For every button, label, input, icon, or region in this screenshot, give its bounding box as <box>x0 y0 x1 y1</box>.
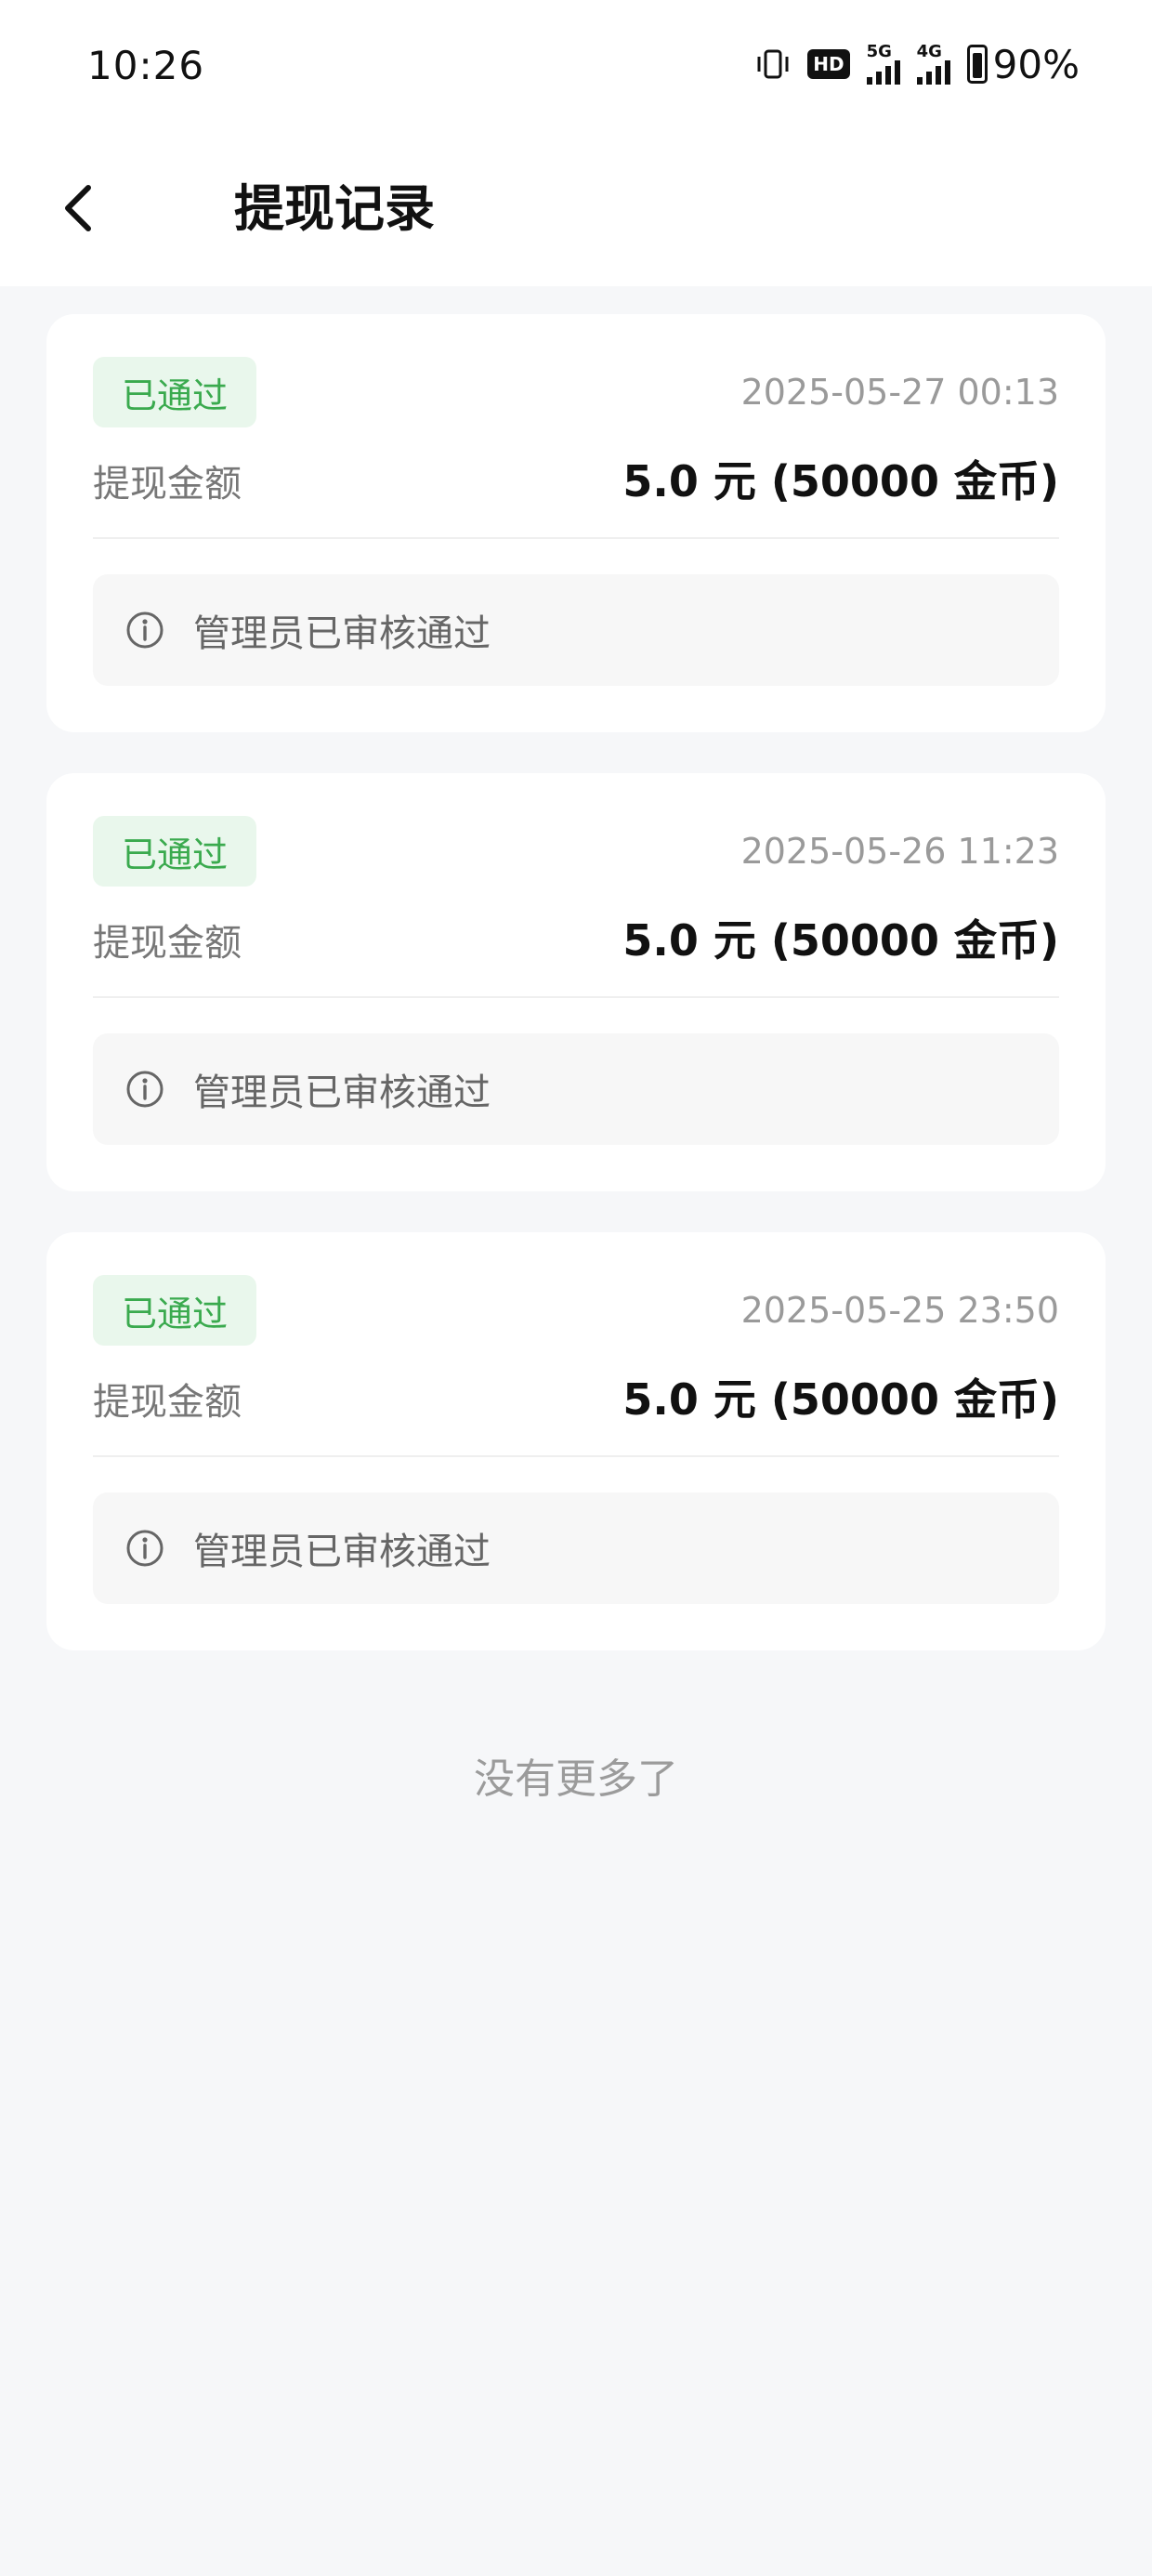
review-note-text: 管理员已审核通过 <box>193 1071 491 1114</box>
info-icon <box>126 611 164 649</box>
signal-bars-icon <box>866 60 900 85</box>
amount-value: 5.0 元 (50000 金币) <box>622 1374 1059 1425</box>
info-icon <box>126 1530 164 1567</box>
divider <box>93 537 1059 539</box>
status-badge: 已通过 <box>93 357 256 427</box>
withdrawal-record-card[interactable]: 已通过 2025-05-27 00:13 提现金额 5.0 元 (50000 金… <box>46 314 1106 732</box>
page-title: 提现记录 <box>234 179 435 238</box>
review-note-text: 管理员已审核通过 <box>193 1531 491 1573</box>
network-type: 5G <box>866 42 892 61</box>
battery-level <box>972 53 982 78</box>
review-note: 管理员已审核通过 <box>93 1033 1059 1145</box>
record-time: 2025-05-25 23:50 <box>740 1290 1059 1331</box>
review-note-text: 管理员已审核通过 <box>193 612 491 655</box>
record-time: 2025-05-27 00:13 <box>740 372 1059 413</box>
signal-4g: 4G <box>916 42 950 85</box>
amount-label: 提现金额 <box>93 922 242 965</box>
network-type: 4G <box>916 42 942 61</box>
review-note: 管理员已审核通过 <box>93 574 1059 686</box>
no-more-text: 没有更多了 <box>474 1755 678 1803</box>
withdrawal-record-card[interactable]: 已通过 2025-05-26 11:23 提现金额 5.0 元 (50000 金… <box>46 773 1106 1191</box>
withdrawal-record-card[interactable]: 已通过 2025-05-25 23:50 提现金额 5.0 元 (50000 金… <box>46 1232 1106 1650</box>
vibrate-icon <box>757 49 789 79</box>
battery-icon <box>966 45 988 84</box>
divider <box>93 996 1059 998</box>
status-icons: HD 5G 4G 90% <box>755 41 1080 87</box>
chevron-left-icon <box>65 185 91 231</box>
back-button[interactable] <box>46 171 111 245</box>
status-badge: 已通过 <box>93 1275 256 1346</box>
withdrawal-record-list: 已通过 2025-05-27 00:13 提现金额 5.0 元 (50000 金… <box>46 314 1106 1691</box>
amount-value: 5.0 元 (50000 金币) <box>622 456 1059 506</box>
info-icon <box>126 1071 164 1108</box>
status-badge: 已通过 <box>93 816 256 887</box>
amount-label: 提现金额 <box>93 1381 242 1424</box>
amount-value: 5.0 元 (50000 金币) <box>622 915 1059 966</box>
status-bar: 10:26 HD 5G 4G 90% <box>0 0 1152 139</box>
amount-label: 提现金额 <box>93 463 242 506</box>
battery: 90% <box>966 41 1080 87</box>
signal-5g: 5G <box>866 42 900 85</box>
record-time: 2025-05-26 11:23 <box>740 831 1059 872</box>
divider <box>93 1455 1059 1457</box>
battery-text: 90% <box>992 41 1080 87</box>
status-time: 10:26 <box>87 43 205 88</box>
signal-bars-icon <box>916 60 950 85</box>
review-note: 管理员已审核通过 <box>93 1492 1059 1604</box>
app-header: 提现记录 <box>0 139 1152 286</box>
hd-badge: HD <box>807 49 850 79</box>
